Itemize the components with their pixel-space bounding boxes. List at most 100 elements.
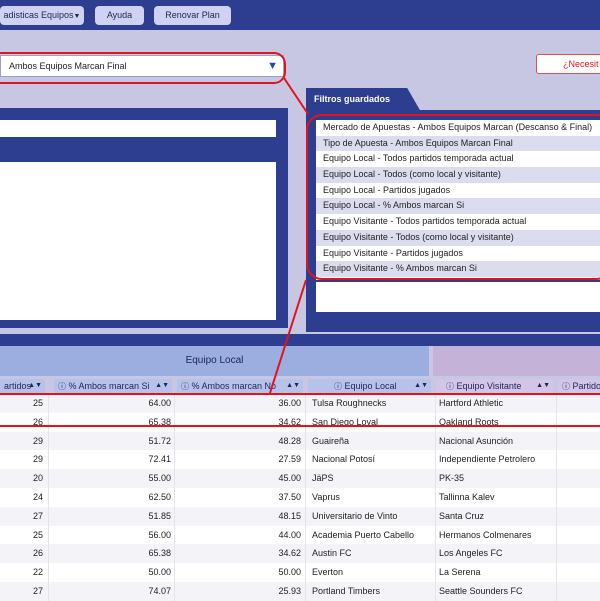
saved-filter-item[interactable]: Equipo Local - Partidos jugados (316, 183, 600, 199)
table-row[interactable]: 25 64.00 36.00 Tulsa Roughnecks Hartford Ath… (0, 394, 600, 413)
col-header-visitante[interactable]: ⓘ Equipo Visitante ▲▼ (436, 379, 553, 393)
column-divider (305, 581, 306, 601)
renew-plan-button[interactable]: Renovar Plan (154, 6, 231, 25)
left-filter-list[interactable] (0, 162, 276, 320)
table-row[interactable]: 27 74.07 25.93 Portland Timbers Seattle Soun… (0, 581, 600, 601)
column-divider (435, 431, 436, 451)
info-circle-icon[interactable]: ⓘ (181, 382, 189, 391)
results-table-body: 25 64.00 36.00 Tulsa Roughnecks Hartford Ath… (0, 394, 600, 601)
sort-arrows-icon[interactable]: ▲▼ (414, 379, 428, 393)
saved-filter-item[interactable]: Tipo de Apuesta - Ambos Equipos Marcan F… (316, 135, 600, 152)
col-header-partidos[interactable]: artidos ▲▼ (0, 379, 45, 393)
sort-arrows-icon[interactable]: ▲▼ (286, 379, 300, 393)
table-row[interactable]: 29 51.72 48.28 Guaireña Nacional Asunción (0, 431, 600, 451)
table-row[interactable]: 26 65.38 34.62 San Diego Loyal Oakland Roots (0, 412, 600, 432)
col-header-local[interactable]: ⓘ Equipo Local ▲▼ (308, 379, 431, 393)
triangle-down-icon: ▼ (267, 60, 278, 72)
info-circle-icon[interactable]: ⓘ (446, 382, 454, 391)
sort-arrows-icon[interactable]: ▲▼ (28, 379, 42, 393)
col-header-label: % Ambos marcan No (191, 381, 277, 391)
column-divider (305, 469, 306, 488)
column-divider (174, 525, 175, 545)
saved-filter-item[interactable]: Equipo Visitante - Partidos jugados (316, 246, 600, 262)
column-divider (435, 469, 436, 488)
column-divider (305, 544, 306, 564)
column-divider (435, 450, 436, 470)
column-divider (48, 544, 49, 564)
col-header-partidos-visitante[interactable]: ⓘ Partido (558, 379, 600, 393)
saved-filter-item[interactable]: Equipo Visitante - Todos (como local y v… (316, 229, 600, 246)
table-row[interactable]: 29 72.41 27.59 Nacional Potosí Independiente… (0, 450, 600, 470)
help-button[interactable]: Ayuda (95, 6, 144, 25)
cell-pct-si: 74.07 (148, 585, 171, 596)
cell-equipo-local: Austin FC (312, 548, 352, 559)
sort-arrows-icon[interactable]: ▲▼ (536, 379, 550, 393)
cell-equipo-local: Universitario de Vinto (312, 510, 398, 521)
info-circle-icon[interactable]: ⓘ (562, 382, 570, 391)
cell-equipo-local: San Diego Loyal (312, 416, 379, 427)
cell-partidos: 25 (32, 529, 43, 540)
info-circle-icon[interactable]: ⓘ (334, 382, 342, 391)
cell-equipo-visitante: Nacional Asunción (439, 435, 514, 446)
stats-menu-button[interactable]: adisticas Equipos▼ (0, 6, 84, 25)
group-header-visitor (433, 346, 600, 376)
table-row[interactable]: 25 56.00 44.00 Academia Puerto Cabello Herma… (0, 525, 600, 545)
saved-filter-item[interactable]: Equipo Visitante - % Ambos marcan Si (316, 261, 600, 277)
cell-pct-no: 27.59 (278, 454, 301, 465)
saved-filter-item[interactable]: Mercado de Apuestas - Ambos Equipos Marc… (316, 120, 600, 136)
cell-pct-si: 65.38 (148, 548, 171, 559)
column-divider (435, 506, 436, 526)
column-divider (48, 563, 49, 582)
saved-filter-item[interactable]: Equipo Visitante - Todos partidos tempor… (316, 214, 600, 230)
saved-filters-tab[interactable]: Filtros guardados (306, 88, 421, 112)
saved-filter-item[interactable]: Equipo Local - % Ambos marcan Si (316, 198, 600, 215)
help-needed-button[interactable]: ¿Necesit (536, 54, 600, 74)
col-header-label: Equipo Visitante (456, 381, 522, 391)
column-divider (48, 506, 49, 526)
table-row[interactable]: 24 62.50 37.50 Vaprus Tallinna Kalev (0, 487, 600, 507)
cell-pct-si: 51.72 (148, 435, 171, 446)
table-row[interactable]: 26 65.38 34.62 Austin FC Los Angeles FC (0, 544, 600, 564)
cell-equipo-local: JäPS (312, 473, 334, 484)
column-divider (174, 412, 175, 432)
column-divider (435, 525, 436, 545)
cell-pct-no: 37.50 (278, 491, 301, 502)
info-circle-icon[interactable]: ⓘ (58, 382, 66, 391)
table-row[interactable]: 27 51.85 48.15 Universitario de Vinto Santa … (0, 506, 600, 526)
saved-filters-list[interactable]: Mercado de Apuestas - Ambos Equipos Marc… (316, 120, 600, 280)
cell-pct-si: 72.41 (148, 454, 171, 465)
cell-partidos: 26 (32, 416, 43, 427)
column-divider (48, 487, 49, 507)
column-divider (174, 506, 175, 526)
table-row[interactable]: 20 55.00 45.00 JäPS PK-35 (0, 469, 600, 488)
column-divider (435, 544, 436, 564)
cell-partidos: 29 (32, 454, 43, 465)
cell-equipo-visitante: La Serena (439, 567, 481, 578)
col-header-pct-si[interactable]: ⓘ % Ambos marcan Si ▲▼ (54, 379, 172, 393)
column-divider (174, 581, 175, 601)
cell-pct-no: 44.00 (278, 529, 301, 540)
column-divider (48, 450, 49, 470)
col-header-pct-no[interactable]: ⓘ % Ambos marcan No ▲▼ (177, 379, 303, 393)
table-row[interactable]: 22 50.00 50.00 Everton La Serena (0, 563, 600, 582)
column-divider (435, 563, 436, 582)
col-header-label: artidos (4, 381, 32, 391)
cell-partidos: 27 (32, 510, 43, 521)
cell-equipo-visitante: Oakland Roots (439, 416, 499, 427)
saved-filter-item[interactable]: Equipo Local - Todos partidos temporada … (316, 151, 600, 167)
saved-filters-footer (316, 282, 600, 312)
column-divider (48, 469, 49, 488)
cell-equipo-local: Nacional Potosí (312, 454, 376, 465)
col-header-label: % Ambos marcan Si (68, 381, 150, 391)
cell-pct-si: 64.00 (148, 398, 171, 408)
cell-equipo-local: Academia Puerto Cabello (312, 529, 415, 540)
market-select[interactable]: Ambos Equipos Marcan Final ▼ (0, 55, 284, 77)
column-divider (305, 394, 306, 413)
group-header-local: Equipo Local (0, 346, 429, 376)
cell-equipo-visitante: Hermanos Colmenares (439, 529, 532, 540)
sort-arrows-icon[interactable]: ▲▼ (155, 379, 169, 393)
saved-filter-item[interactable]: Equipo Local - Todos (como local y visit… (316, 167, 600, 183)
column-divider (305, 487, 306, 507)
cell-equipo-local: Portland Timbers (312, 585, 381, 596)
left-search-input[interactable] (0, 120, 276, 137)
